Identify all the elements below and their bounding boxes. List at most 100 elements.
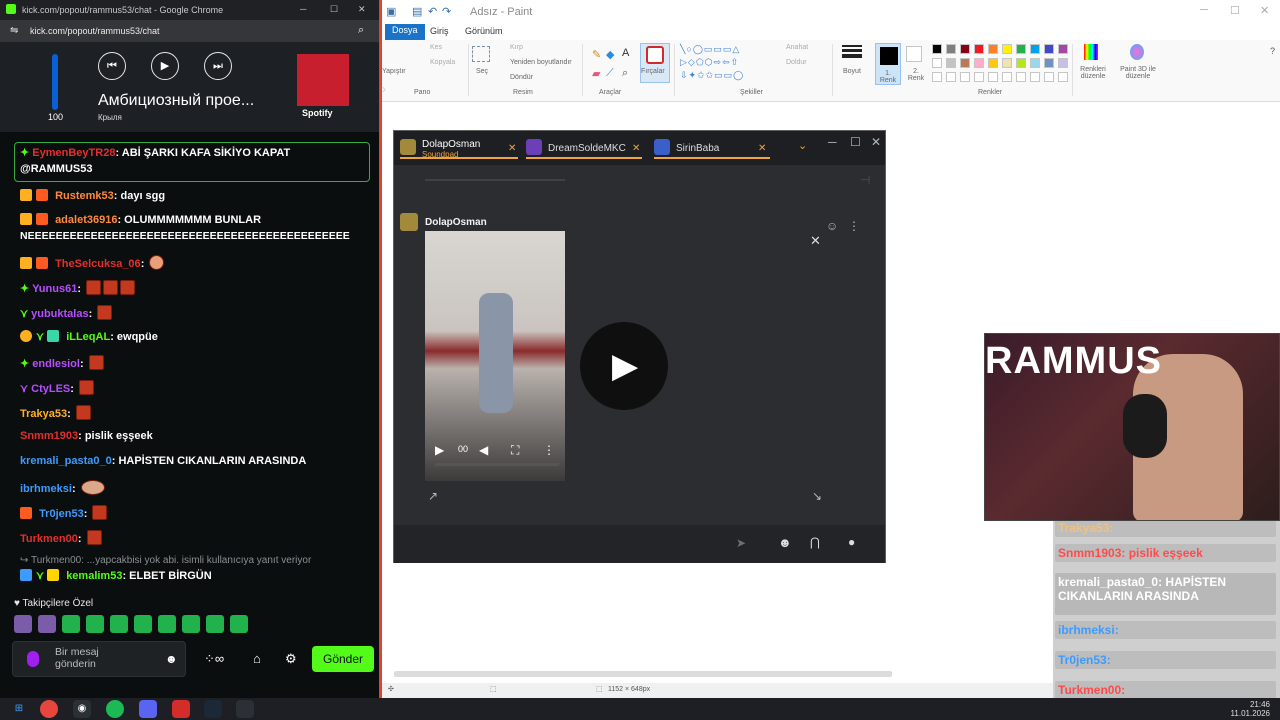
more-options-icon[interactable]: ⋮: [543, 443, 555, 457]
chat-username[interactable]: iLLeqAL: [66, 331, 110, 343]
close-icon[interactable]: ✕: [1260, 4, 1269, 17]
emoji-reaction-icon[interactable]: ☺: [826, 219, 838, 233]
palette-swatch[interactable]: [932, 58, 942, 68]
video-attachment[interactable]: ▶ 00 ◀ ⛶ ⋮: [425, 231, 565, 481]
system-tray[interactable]: 21:46 11.01.2026: [1231, 700, 1270, 718]
volume-slider[interactable]: [52, 54, 58, 110]
palette-swatch[interactable]: [1002, 44, 1012, 54]
palette-swatch[interactable]: [946, 44, 956, 54]
horizontal-scrollbar[interactable]: [394, 671, 892, 677]
emoji-icon[interactable]: ☻: [778, 535, 792, 550]
chat-message-input[interactable]: Bir mesaj gönderin ☻: [12, 641, 186, 677]
external-link-icon[interactable]: ↗: [428, 489, 438, 503]
chat-username[interactable]: Trakya53: [20, 408, 67, 420]
zoom-icon[interactable]: ⌕: [358, 24, 364, 37]
chat-username[interactable]: TheSelcuksa_06: [55, 258, 141, 270]
menu-dosya[interactable]: Dosya: [385, 24, 425, 40]
close-tab-icon[interactable]: ✕: [632, 143, 640, 154]
pencil-icon[interactable]: ✎: [592, 48, 601, 61]
shapes-row-2[interactable]: ▷◇⬠⬡⇨⇦⇧: [680, 57, 739, 68]
emote-button[interactable]: [230, 615, 248, 633]
cut-button[interactable]: Kes: [430, 44, 442, 51]
palette-swatch[interactable]: [932, 72, 942, 82]
picker-icon[interactable]: ⟋: [606, 67, 614, 80]
fill-button[interactable]: Doldur: [786, 59, 807, 66]
infinity-icon[interactable]: ⁘∞: [204, 651, 224, 667]
paint3d-button[interactable]: Paint 3D ile düzenle: [1116, 66, 1160, 80]
chrome-address-bar[interactable]: ⇋ kick.com/popout/rammus53/chat ⌕: [0, 20, 379, 42]
voice-app-taskbar-icon[interactable]: [172, 700, 190, 718]
tab-sirinbaba[interactable]: SirinBaba ✕: [654, 137, 770, 159]
brushes-button[interactable]: Fırçalar: [640, 43, 670, 83]
emote-button[interactable]: [134, 615, 152, 633]
emote-button[interactable]: [62, 615, 80, 633]
palette-swatch[interactable]: [1058, 58, 1068, 68]
send-icon[interactable]: ➤: [736, 536, 746, 550]
menu-giris[interactable]: Giriş: [430, 26, 449, 36]
close-tab-icon[interactable]: ✕: [758, 143, 766, 154]
palette-swatch[interactable]: [1016, 44, 1026, 54]
chevron-right-icon[interactable]: ›: [382, 82, 386, 96]
color-palette[interactable]: [932, 44, 1076, 84]
close-icon[interactable]: ✕: [810, 233, 821, 249]
palette-swatch[interactable]: [988, 58, 998, 68]
save-icon[interactable]: ▤: [412, 5, 422, 18]
crop-button[interactable]: Kırp: [510, 44, 523, 51]
chat-username[interactable]: CtyLES: [31, 383, 70, 395]
spotify-taskbar-icon[interactable]: [106, 700, 124, 718]
resize-button[interactable]: Yeniden boyutlandır: [510, 59, 572, 66]
minimize-icon[interactable]: ─: [828, 135, 837, 149]
menu-gorunum[interactable]: Görünüm: [465, 26, 503, 36]
next-track-icon[interactable]: ⏭: [204, 52, 232, 80]
palette-swatch[interactable]: [960, 72, 970, 82]
volume-icon[interactable]: ◀: [479, 443, 488, 457]
palette-swatch[interactable]: [1002, 72, 1012, 82]
mic-icon[interactable]: [27, 651, 39, 667]
start-icon[interactable]: ⊞: [10, 700, 28, 718]
discord-taskbar-icon[interactable]: [139, 700, 157, 718]
send-button[interactable]: Gönder: [312, 646, 374, 672]
chat-username[interactable]: Tr0jen53: [39, 508, 84, 520]
chat-username[interactable]: yubuktalas: [31, 308, 88, 320]
help-icon[interactable]: ?: [1270, 46, 1275, 56]
close-icon[interactable]: ✕: [358, 4, 366, 15]
attach-icon[interactable]: ⋂: [810, 535, 820, 549]
emoji-icon[interactable]: ☻: [165, 652, 178, 666]
color1-button[interactable]: 1. Renk: [875, 43, 901, 85]
edit-colors-button[interactable]: Renkleri düzenle: [1076, 66, 1110, 80]
tab-dolaposman[interactable]: DolapOsman Soundpad ✕: [400, 137, 518, 159]
select-button[interactable]: Seç: [476, 68, 488, 75]
gear-icon[interactable]: ⚙: [285, 651, 297, 667]
select-icon[interactable]: [472, 46, 490, 62]
palette-swatch[interactable]: [946, 58, 956, 68]
close-tab-icon[interactable]: ✕: [508, 143, 516, 154]
emote-button[interactable]: [38, 615, 56, 633]
chat-username[interactable]: Rustemk53: [55, 190, 114, 202]
pin-icon[interactable]: ⊣: [860, 173, 870, 187]
maximize-icon[interactable]: ☐: [330, 4, 338, 15]
palette-swatch[interactable]: [1002, 58, 1012, 68]
palette-swatch[interactable]: [974, 72, 984, 82]
palette-swatch[interactable]: [1044, 44, 1054, 54]
redo-icon[interactable]: ↷: [442, 5, 451, 18]
size-button[interactable]: Boyut: [843, 68, 861, 75]
palette-swatch[interactable]: [974, 58, 984, 68]
maximize-icon[interactable]: ☐: [1230, 4, 1240, 17]
large-play-button[interactable]: ▶: [580, 322, 668, 410]
chat-username[interactable]: Yunus61: [32, 283, 77, 295]
resize-handle-icon[interactable]: ↘: [812, 489, 822, 503]
chat-username[interactable]: EymenBeyTR28: [32, 147, 115, 159]
url-text[interactable]: kick.com/popout/rammus53/chat: [30, 26, 160, 36]
mic-icon[interactable]: ●: [848, 535, 855, 549]
palette-swatch[interactable]: [1016, 72, 1026, 82]
palette-swatch[interactable]: [988, 44, 998, 54]
palette-swatch[interactable]: [960, 44, 970, 54]
copy-button[interactable]: Kopyala: [430, 59, 455, 66]
emote-button[interactable]: [182, 615, 200, 633]
chat-username[interactable]: adalet36916: [55, 214, 117, 226]
more-options-icon[interactable]: ⋮: [848, 219, 860, 233]
video-progress-bar[interactable]: [435, 463, 559, 466]
paint3d-icon[interactable]: [1130, 44, 1144, 60]
fill-icon[interactable]: ◆: [606, 48, 614, 61]
site-info-icon[interactable]: ⇋: [10, 25, 18, 36]
